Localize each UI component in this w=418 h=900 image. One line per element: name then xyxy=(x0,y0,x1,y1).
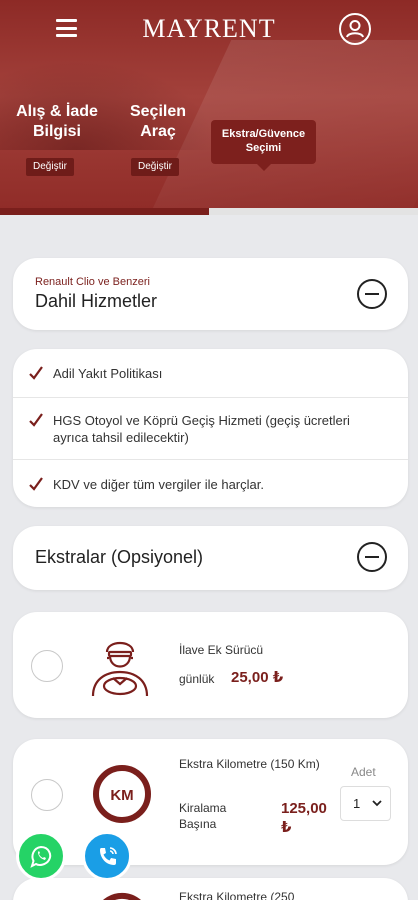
included-features-list: Adil Yakıt Politikası HGS Otoyol ve Köpr… xyxy=(13,349,408,507)
collapse-icon[interactable] xyxy=(357,542,387,572)
extra-item-driver[interactable]: İlave Ek Sürücü günlük 25,00 ₺ xyxy=(13,612,408,718)
chevron-down-icon xyxy=(372,800,382,807)
step-selected-car[interactable]: Seçilen Araç xyxy=(118,102,198,142)
extra-title: Ekstra Kilometre (250 xyxy=(179,890,295,900)
check-icon xyxy=(29,413,43,427)
extra-title: İlave Ek Sürücü xyxy=(179,643,264,657)
extras-title: Ekstralar (Opsiyonel) xyxy=(35,547,204,567)
price-value: 25,00 ₺ xyxy=(231,669,284,686)
feature-text: HGS Otoyol ve Köprü Geçiş Hizmeti (geçiş… xyxy=(53,413,350,445)
call-button[interactable] xyxy=(82,831,132,881)
collapse-icon[interactable] xyxy=(357,279,387,309)
extra-item-km-150[interactable]: KM Ekstra Kilometre (150 Km) Kiralama Ba… xyxy=(13,739,408,865)
car-model-label: Renault Clio ve Benzeri xyxy=(35,276,150,288)
driver-icon xyxy=(91,641,149,697)
divider xyxy=(13,459,408,460)
user-account-icon[interactable] xyxy=(339,13,371,45)
change-car-button[interactable]: Değiştir xyxy=(131,158,179,176)
header-banner: MAYRENT Alış & İade Bilgisi Değiştir Seç… xyxy=(0,0,418,215)
extra-title: Ekstra Kilometre (150 Km) xyxy=(179,757,320,771)
price-label: Kiralama Başına xyxy=(179,801,227,831)
step-pickup-return[interactable]: Alış & İade Bilgisi xyxy=(5,102,109,142)
included-services-card[interactable]: Renault Clio ve Benzeri Dahil Hizmetler xyxy=(13,258,408,330)
quantity-label: Adet xyxy=(351,765,376,779)
check-icon xyxy=(29,477,43,491)
select-radio[interactable] xyxy=(31,779,63,811)
whatsapp-button[interactable] xyxy=(16,831,66,881)
feature-text: KDV ve diğer tüm vergiler ile harçlar. xyxy=(53,477,264,492)
step-extras-active: Ekstra/Güvence Seçimi xyxy=(211,120,316,171)
feature-text: Adil Yakıt Politikası xyxy=(53,366,163,381)
km-icon xyxy=(102,892,142,900)
progress-fill xyxy=(0,208,209,215)
check-icon xyxy=(29,366,43,380)
price-label: günlük xyxy=(179,672,215,686)
progress-bar xyxy=(0,208,418,215)
change-pickup-button[interactable]: Değiştir xyxy=(26,158,74,176)
km-icon-text: KM xyxy=(110,787,133,804)
quantity-value: 1 xyxy=(353,796,361,811)
extra-item-km-250[interactable]: Ekstra Kilometre (250 xyxy=(13,878,408,900)
km-icon: KM xyxy=(93,765,151,823)
extras-card[interactable]: Ekstralar (Opsiyonel) xyxy=(13,526,408,590)
quantity-select[interactable]: 1 xyxy=(340,786,391,821)
divider xyxy=(13,397,408,398)
price-value: 125,00 ₺ xyxy=(281,800,327,836)
included-services-title: Dahil Hizmetler xyxy=(35,291,158,311)
whatsapp-icon xyxy=(30,845,52,868)
select-radio[interactable] xyxy=(31,650,63,682)
phone-icon xyxy=(100,847,117,865)
